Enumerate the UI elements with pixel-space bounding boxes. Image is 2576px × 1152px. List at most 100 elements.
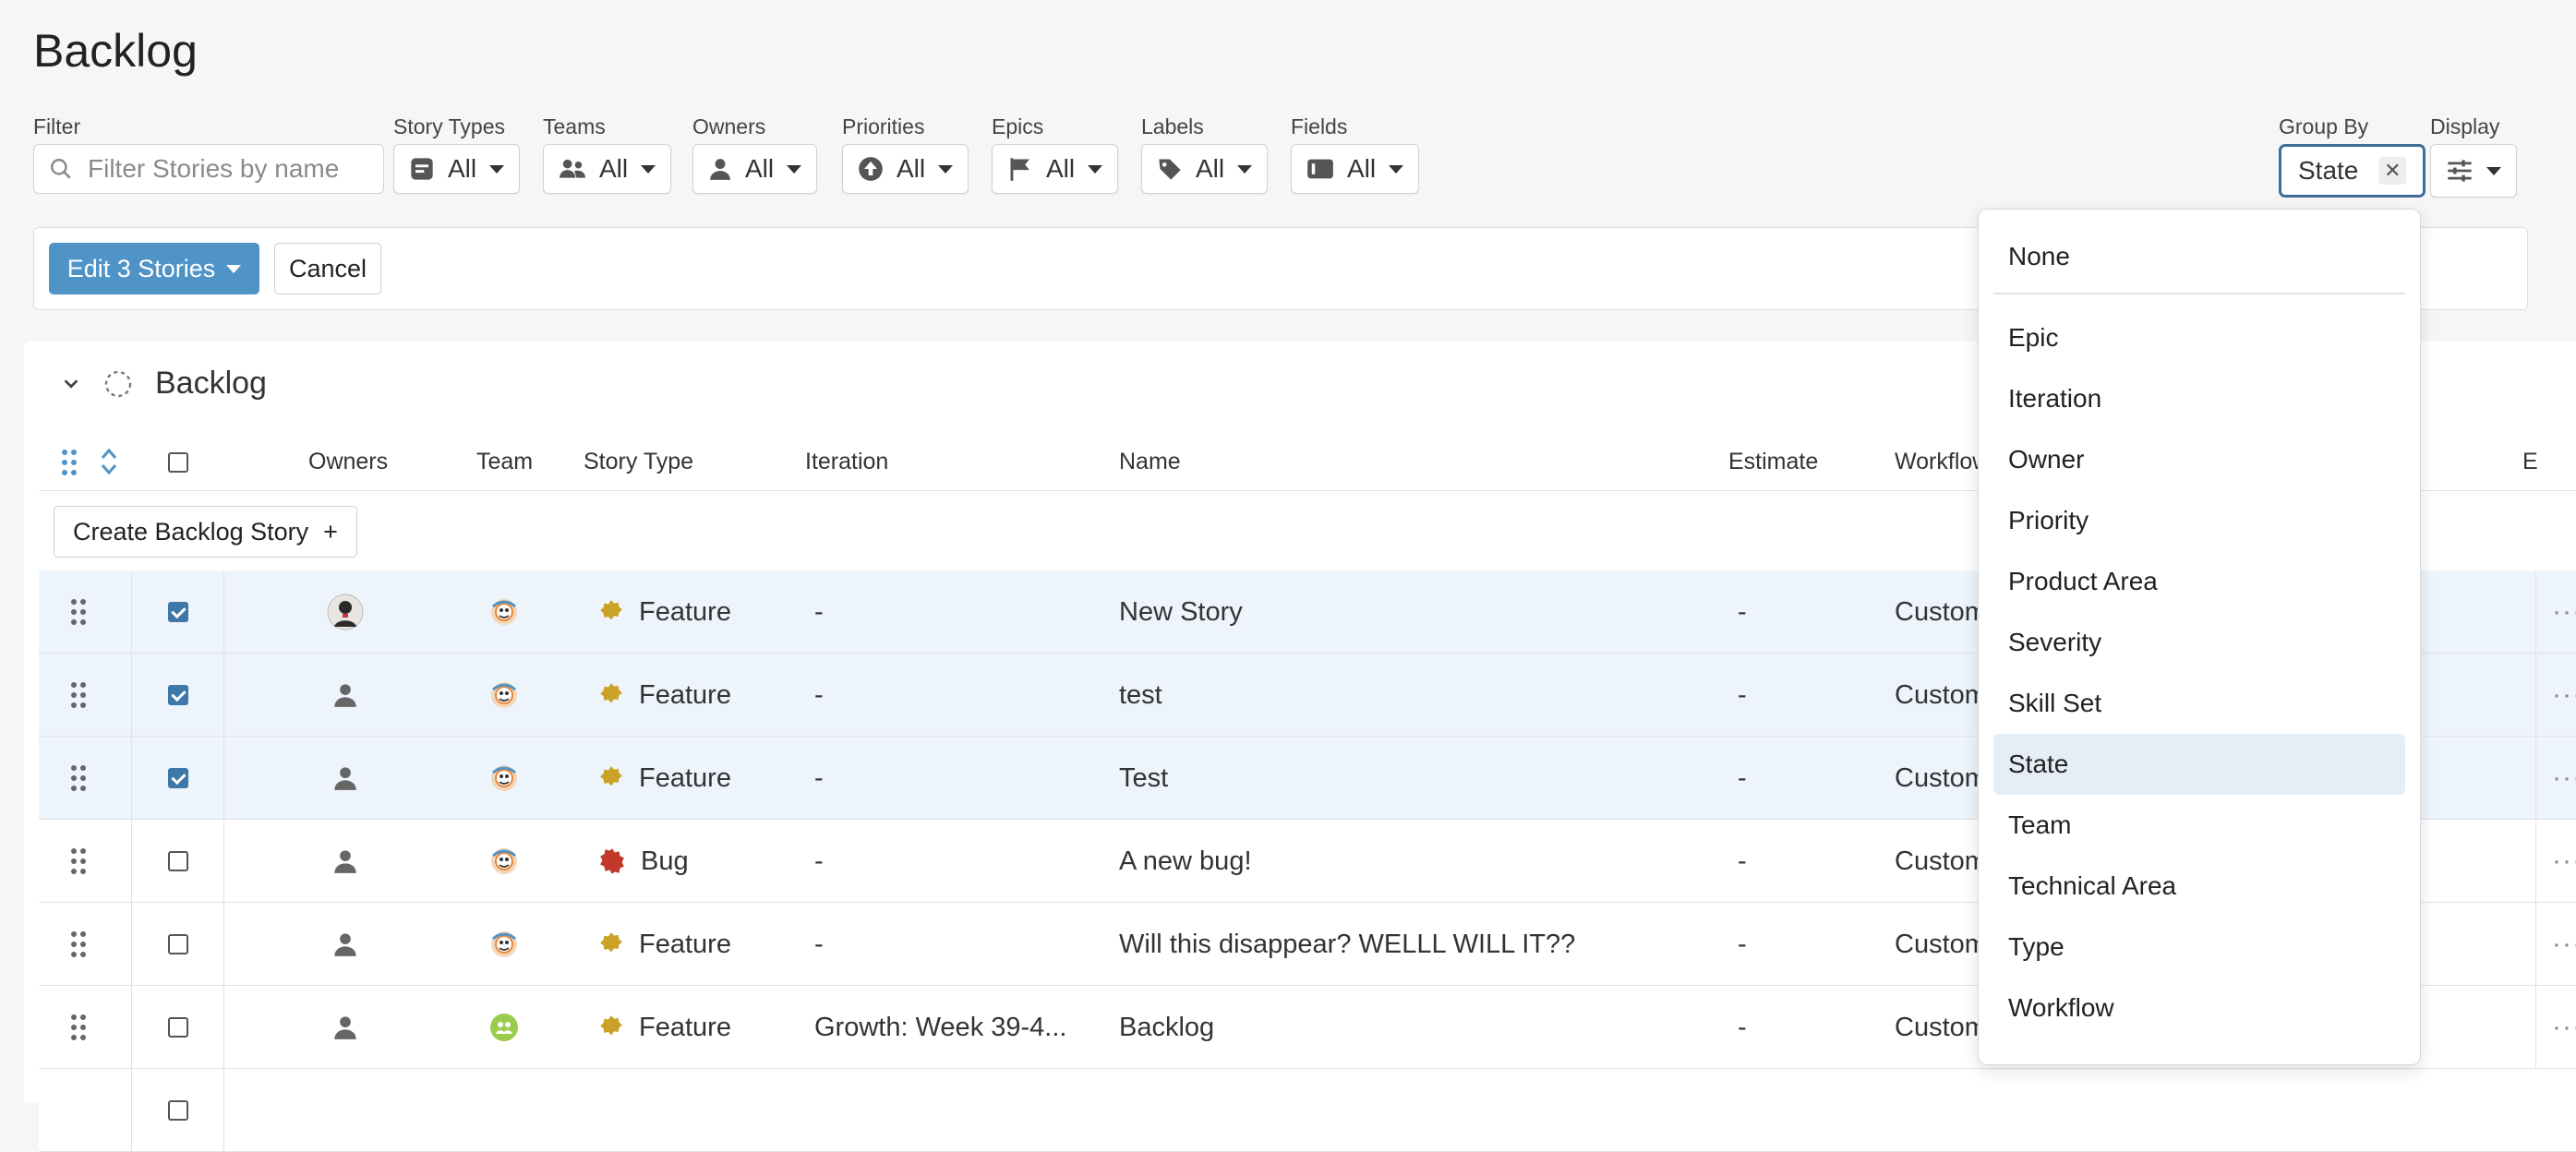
iteration-cell[interactable]: Growth: Week 39-4... <box>814 986 1066 1069</box>
more-options-icon[interactable]: ··· <box>2552 737 2576 820</box>
select-all-checkbox[interactable] <box>168 452 188 473</box>
group-by-option-workflow[interactable]: Workflow <box>1993 978 2405 1038</box>
more-options-icon[interactable]: ··· <box>2552 570 2576 654</box>
team-icon <box>560 159 585 178</box>
group-by-option-team[interactable]: Team <box>1993 795 2405 856</box>
more-options-icon[interactable]: ··· <box>2552 654 2576 737</box>
labels-value: All <box>1196 154 1225 183</box>
search-box[interactable] <box>33 144 384 194</box>
more-options-icon[interactable]: ··· <box>2552 903 2576 986</box>
avatar[interactable] <box>327 570 364 654</box>
clear-icon[interactable]: ✕ <box>2378 157 2407 185</box>
edit-stories-button[interactable]: Edit 3 Stories <box>49 243 259 294</box>
group-by-option-iteration[interactable]: Iteration <box>1993 368 2405 429</box>
story-type-label: Feature <box>639 596 731 627</box>
group-by-option-priority[interactable]: Priority <box>1993 490 2405 551</box>
column-name[interactable]: Name <box>1119 449 1181 475</box>
column-iteration[interactable]: Iteration <box>805 449 888 475</box>
drag-handle-icon[interactable] <box>61 449 78 476</box>
group-by-option-none[interactable]: None <box>1993 226 2405 287</box>
drag-handle-icon[interactable] <box>70 737 87 820</box>
fields-filter-button[interactable]: All <box>1291 144 1420 194</box>
person-icon[interactable] <box>332 737 358 820</box>
search-input[interactable] <box>86 153 363 185</box>
sort-icon[interactable] <box>100 447 118 476</box>
group-by-option-severity[interactable]: Severity <box>1993 612 2405 673</box>
row-checkbox[interactable] <box>168 1017 188 1038</box>
group-by-button[interactable]: State ✕ <box>2279 144 2426 198</box>
person-icon[interactable] <box>332 903 358 986</box>
iteration-cell[interactable]: - <box>814 570 824 654</box>
group-by-option-state[interactable]: State <box>1993 734 2405 795</box>
iteration-cell[interactable]: - <box>814 737 824 820</box>
chevron-down-icon <box>641 164 656 174</box>
person-icon[interactable] <box>332 654 358 737</box>
estimate-cell[interactable]: - <box>1738 986 1747 1069</box>
row-checkbox[interactable] <box>168 934 188 954</box>
row-checkbox[interactable] <box>168 602 188 622</box>
row-checkbox[interactable] <box>168 685 188 705</box>
group-by-option-technical-area[interactable]: Technical Area <box>1993 856 2405 917</box>
column-extra[interactable]: E <box>2522 449 2538 475</box>
estimate-cell[interactable]: - <box>1738 903 1747 986</box>
story-type-label: Feature <box>639 679 731 710</box>
story-name[interactable]: A new bug! <box>1119 820 1252 903</box>
drag-handle-icon[interactable] <box>70 986 87 1069</box>
group-by-option-type[interactable]: Type <box>1993 917 2405 978</box>
owners-filter-button[interactable]: All <box>692 144 818 194</box>
iteration-cell[interactable]: - <box>814 820 824 903</box>
drag-handle-icon[interactable] <box>70 820 87 903</box>
more-options-icon[interactable]: ··· <box>2552 986 2576 1069</box>
drag-handle-icon[interactable] <box>70 570 87 654</box>
cancel-button[interactable]: Cancel <box>274 243 381 294</box>
story-name[interactable]: Backlog <box>1119 986 1214 1069</box>
feature-icon <box>600 1015 622 1036</box>
person-icon <box>710 159 730 180</box>
owners-value: All <box>745 154 775 183</box>
group-by-option-epic[interactable]: Epic <box>1993 307 2405 368</box>
table-row[interactable] <box>39 1069 2576 1152</box>
group-by-option-product-area[interactable]: Product Area <box>1993 551 2405 612</box>
estimate-cell[interactable]: - <box>1738 570 1747 654</box>
person-icon[interactable] <box>332 986 358 1069</box>
create-backlog-story-button[interactable]: Create Backlog Story + <box>54 506 357 558</box>
drag-handle-icon[interactable] <box>70 903 87 986</box>
story-name[interactable]: test <box>1119 654 1162 737</box>
story-name[interactable]: Test <box>1119 737 1168 820</box>
iteration-cell[interactable]: - <box>814 654 824 737</box>
column-workflow[interactable]: Workflow <box>1895 449 1989 475</box>
feature-icon <box>600 932 622 953</box>
chevron-down-icon[interactable] <box>61 374 81 394</box>
estimate-cell[interactable]: - <box>1738 737 1747 820</box>
estimate-cell[interactable]: - <box>1738 654 1747 737</box>
story-types-label: Story Types <box>393 114 506 138</box>
person-icon[interactable] <box>332 820 358 903</box>
chevron-down-icon <box>1237 164 1253 174</box>
row-checkbox[interactable] <box>168 1100 188 1121</box>
story-name[interactable]: New Story <box>1119 570 1243 654</box>
iteration-cell[interactable]: - <box>814 903 824 986</box>
epics-filter-button[interactable]: All <box>992 144 1119 194</box>
teams-filter-button[interactable]: All <box>543 144 672 194</box>
row-checkbox[interactable] <box>168 851 188 871</box>
column-story-type[interactable]: Story Type <box>584 449 693 475</box>
more-options-icon[interactable]: ··· <box>2552 820 2576 903</box>
story-types-filter-button[interactable]: All <box>393 144 521 194</box>
column-estimate[interactable]: Estimate <box>1728 449 1818 475</box>
group-by-value: State <box>2298 156 2359 185</box>
story-name[interactable]: Will this disappear? WELLL WILL IT?? <box>1119 903 1575 986</box>
row-checkbox[interactable] <box>168 768 188 788</box>
group-by-option-owner[interactable]: Owner <box>1993 429 2405 490</box>
display-label: Display <box>2430 114 2500 138</box>
story-type-label: Bug <box>641 846 689 876</box>
column-owners[interactable]: Owners <box>308 449 388 475</box>
owners-label: Owners <box>692 114 766 138</box>
column-team[interactable]: Team <box>476 449 533 475</box>
group-by-option-skill-set[interactable]: Skill Set <box>1993 673 2405 734</box>
labels-filter-button[interactable]: All <box>1141 144 1269 194</box>
display-button[interactable] <box>2430 144 2517 198</box>
estimate-cell[interactable]: - <box>1738 820 1747 903</box>
drag-handle-icon[interactable] <box>70 654 87 737</box>
chevron-down-icon <box>787 164 802 174</box>
priorities-filter-button[interactable]: All <box>842 144 969 194</box>
